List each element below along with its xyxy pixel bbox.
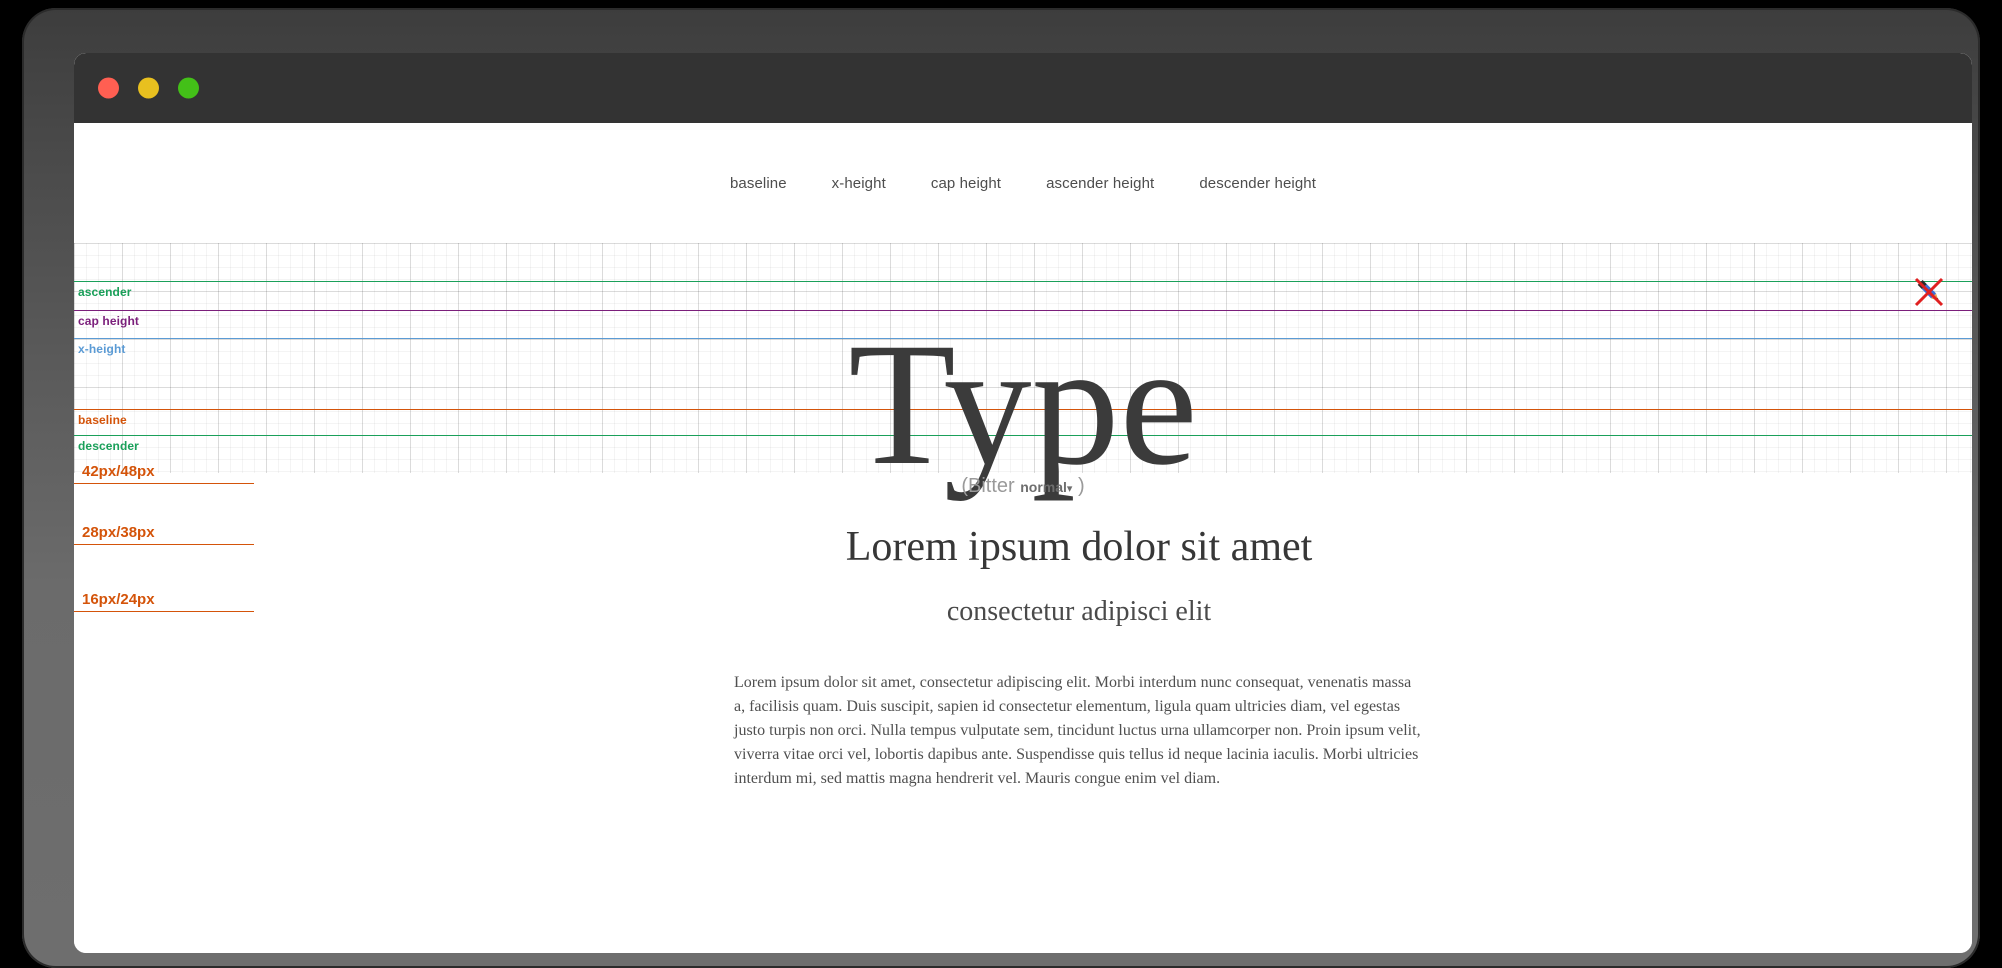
sample-heading-2[interactable]: consectetur adipisci elit — [734, 593, 1424, 631]
browser-titlebar — [74, 53, 1972, 123]
size-label-h1: 42px/48px — [82, 463, 155, 480]
nav-item-cap-height[interactable]: cap height — [931, 175, 1001, 192]
size-ruler-body: 16px/24px — [74, 591, 254, 612]
device-bezel: baseline x-height cap height ascender he… — [22, 8, 1980, 968]
sample-body-text[interactable]: Lorem ipsum dolor sit amet, consectetur … — [734, 671, 1424, 791]
font-descriptor: (Bitter normal▾ ) — [74, 475, 1972, 498]
chevron-down-icon[interactable]: ▾ — [1067, 483, 1073, 495]
nav-item-x-height[interactable]: x-height — [832, 175, 886, 192]
close-button[interactable] — [98, 77, 119, 99]
metric-nav: baseline x-height cap height ascender he… — [74, 123, 1972, 243]
guide-label-ascender: ascender — [78, 285, 132, 299]
nav-item-baseline[interactable]: baseline — [730, 175, 787, 192]
page-viewport: baseline x-height cap height ascender he… — [74, 123, 1972, 953]
font-weight-select[interactable]: normal — [1020, 479, 1067, 495]
type-sample-column: Lorem ipsum dolor sit amet consectetur a… — [734, 523, 1424, 791]
nav-item-ascender-height[interactable]: ascender height — [1046, 175, 1154, 192]
device-screen: baseline x-height cap height ascender he… — [74, 53, 1972, 953]
size-label-h2: 28px/38px — [82, 524, 155, 541]
size-ruler-h1: 42px/48px — [74, 463, 254, 484]
maximize-button[interactable] — [178, 77, 199, 99]
guide-line-ascender — [74, 281, 1972, 282]
pencil-disabled-icon[interactable] — [1912, 275, 1946, 309]
size-ruler-h2: 28px/38px — [74, 524, 254, 545]
minimize-button[interactable] — [138, 77, 159, 99]
font-open-paren: ( — [961, 475, 968, 497]
font-name-label[interactable]: Bitter — [968, 475, 1015, 497]
specimen-grid-band: ascender cap height x-height baseline de… — [74, 243, 1972, 493]
window-controls — [98, 77, 199, 99]
sample-heading-1[interactable]: Lorem ipsum dolor sit amet — [734, 523, 1424, 571]
size-label-body: 16px/24px — [82, 591, 155, 608]
nav-item-descender-height[interactable]: descender height — [1199, 175, 1316, 192]
size-rule-line-h2 — [74, 544, 254, 545]
font-close-paren: ) — [1078, 475, 1085, 497]
specimen-word[interactable]: Type — [74, 317, 1972, 493]
size-rule-line-body — [74, 611, 254, 612]
size-rule-line-h1 — [74, 483, 254, 484]
